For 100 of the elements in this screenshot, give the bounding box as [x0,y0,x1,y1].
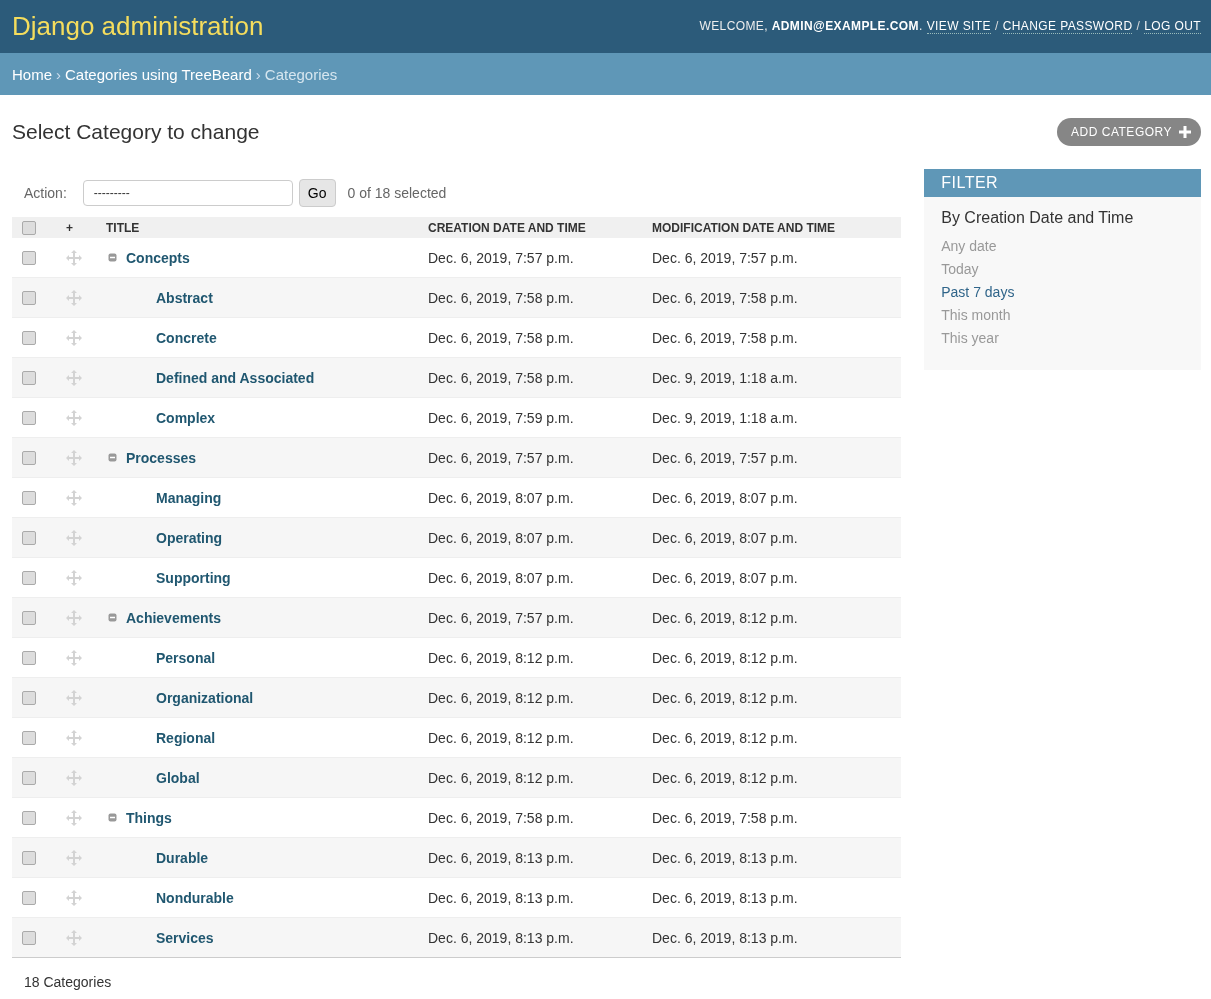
category-link[interactable]: Managing [156,489,222,506]
action-select[interactable]: --------- [82,180,293,206]
header-link[interactable]: LOG OUT [1144,19,1201,34]
category-link[interactable]: Supporting [156,569,231,586]
drag-handle-icon[interactable] [66,489,82,506]
category-link[interactable]: Concrete [156,329,217,346]
row-checkbox[interactable] [22,490,36,505]
filter-option[interactable]: Past 7 days [924,281,1201,304]
drag-handle-icon[interactable] [66,649,82,666]
separator-slash: / [1136,19,1141,33]
row-checkbox[interactable] [22,690,36,705]
row-checkbox[interactable] [22,610,36,625]
category-link[interactable]: Durable [156,849,209,866]
header-link[interactable]: VIEW SITE [926,19,991,34]
category-link[interactable]: Processes [126,449,197,466]
row-checkbox[interactable] [22,810,36,825]
row-checkbox[interactable] [22,890,36,905]
drag-handle-icon[interactable] [66,329,82,346]
category-link[interactable]: Services [156,929,214,946]
drag-handle-icon[interactable] [66,849,82,866]
drag-handle-icon[interactable] [66,689,82,706]
drag-handle-icon[interactable] [66,529,82,546]
table-cell-text: Dec. 6, 2019, 7:58 p.m. [427,289,574,306]
category-link[interactable]: Abstract [156,289,213,306]
category-link[interactable]: Defined and Associated [156,369,315,386]
table-cell-text: Dec. 6, 2019, 8:07 p.m. [651,569,798,586]
table-cell-text: Dec. 6, 2019, 8:12 p.m. [427,689,574,706]
row-checkbox[interactable] [22,290,36,305]
select-all-checkbox[interactable] [22,220,36,235]
filter-title: FILTER [924,169,1201,197]
page-title: Select Category to change [12,120,260,144]
collapse-icon[interactable] [108,253,117,262]
category-link[interactable]: Achievements [126,609,221,626]
row-checkbox[interactable] [22,570,36,585]
table-cell-text: Dec. 6, 2019, 8:07 p.m. [651,489,798,506]
row-checkbox[interactable] [22,370,36,385]
row-checkbox[interactable] [22,330,36,345]
drag-handle-icon[interactable] [66,569,82,586]
drag-handle-icon[interactable] [66,769,82,786]
drag-handle-icon[interactable] [66,609,82,626]
category-link[interactable]: Personal [156,649,216,666]
drag-handle-icon[interactable] [66,889,82,906]
table-cell-text: Dec. 6, 2019, 7:58 p.m. [651,289,798,306]
table-cell-text: Dec. 6, 2019, 8:12 p.m. [427,729,574,746]
category-link[interactable]: Operating [156,529,223,546]
drag-handle-icon[interactable] [66,809,82,826]
category-link[interactable]: Regional [156,729,216,746]
category-link[interactable]: Concepts [126,249,190,266]
drag-handle-icon[interactable] [66,249,82,266]
header-link[interactable]: CHANGE PASSWORD [1002,19,1133,34]
drag-handle-icon[interactable] [66,409,82,426]
row-checkbox[interactable] [22,650,36,665]
breadcrumb-current: Categories [264,65,338,83]
drag-handle-icon[interactable] [66,929,82,946]
table-cell-text: Dec. 6, 2019, 8:12 p.m. [651,689,798,706]
table-cell-text: Dec. 6, 2019, 8:12 p.m. [651,609,798,626]
table-cell-text: Dec. 6, 2019, 7:58 p.m. [651,329,798,346]
table-cell-text: Dec. 6, 2019, 8:12 p.m. [651,769,798,786]
table-cell-text: Dec. 6, 2019, 8:07 p.m. [427,569,574,586]
separator-slash: / [994,19,999,33]
collapse-icon[interactable] [108,813,117,822]
row-checkbox[interactable] [22,730,36,745]
table-cell-text: Dec. 6, 2019, 8:12 p.m. [651,649,798,666]
row-checkbox[interactable] [22,250,36,265]
category-link[interactable]: Complex [156,409,216,426]
add-button[interactable]: ADD CATEGORY [1057,118,1201,146]
category-link[interactable]: Things [126,809,172,826]
table-cell-text: Dec. 6, 2019, 7:57 p.m. [651,449,798,466]
table-cell-text: Dec. 6, 2019, 7:57 p.m. [427,249,574,266]
table-cell-text: Dec. 6, 2019, 7:58 p.m. [651,809,798,826]
plus-icon [1179,126,1191,138]
row-checkbox[interactable] [22,410,36,425]
drag-handle-icon[interactable] [66,369,82,386]
category-link[interactable]: Global [156,769,200,786]
table-cell-text: Dec. 9, 2019, 1:18 a.m. [651,409,798,426]
row-checkbox[interactable] [22,930,36,945]
welcome-text: WELCOME, ADMIN@EXAMPLE.COM. [699,19,923,33]
column-header[interactable]: TITLE [94,220,140,235]
row-checkbox[interactable] [22,850,36,865]
selection-counter: 0 of 18 selected [347,185,447,201]
row-checkbox[interactable] [22,450,36,465]
category-link[interactable]: Nondurable [156,889,234,906]
table-cell-text: Dec. 9, 2019, 1:18 a.m. [651,369,798,386]
table-cell-text: Dec. 6, 2019, 7:59 p.m. [427,409,574,426]
table-cell-text: Dec. 6, 2019, 7:58 p.m. [427,329,574,346]
action-label: Action: [24,185,67,201]
breadcrumb-separator: › [255,65,261,83]
go-button[interactable]: Go [298,179,336,207]
site-title: Django administration [12,11,264,42]
collapse-icon[interactable] [108,453,117,462]
row-checkbox[interactable] [22,770,36,785]
collapse-icon[interactable] [108,613,117,622]
row-checkbox[interactable] [22,530,36,545]
drag-handle-icon[interactable] [66,729,82,746]
table-cell-text: Dec. 6, 2019, 8:13 p.m. [651,849,798,866]
table-cell-text: Dec. 6, 2019, 7:58 p.m. [427,369,574,386]
drag-handle-icon[interactable] [66,289,82,306]
drag-handle-icon[interactable] [66,449,82,466]
table-cell-text: Dec. 6, 2019, 8:07 p.m. [427,529,574,546]
category-link[interactable]: Organizational [156,689,254,706]
